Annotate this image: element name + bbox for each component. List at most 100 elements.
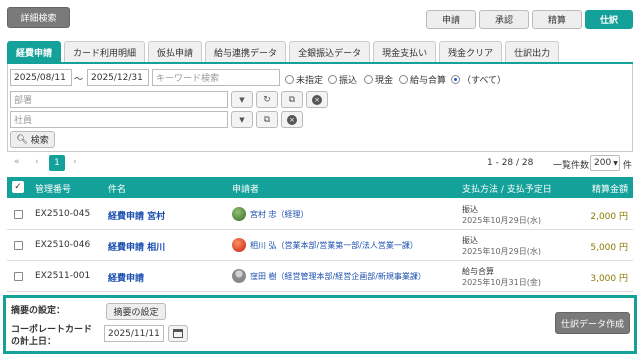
chevron-down-icon: ▼ bbox=[239, 115, 245, 124]
row-amount: 2,000 円 bbox=[590, 212, 628, 222]
department-dropdown-button[interactable]: ▼ bbox=[231, 91, 253, 108]
table-row[interactable]: EX2510-046 経費申請 相川 相川 弘（営業本部/営業第一部/法人営業一… bbox=[7, 230, 633, 261]
first-page-link[interactable]: « bbox=[14, 157, 20, 167]
row-applicant-link[interactable]: 宮村 忠（経理） bbox=[250, 209, 309, 220]
employee-copy-button[interactable]: ⧉ bbox=[256, 111, 278, 128]
top-tab-application[interactable]: 申請 bbox=[426, 10, 476, 29]
row-checkbox[interactable] bbox=[14, 210, 23, 219]
table-row[interactable]: EX2511-001 経費申請 窪田 樹（経営管理本部/経営企画部/新規事業課）… bbox=[7, 261, 633, 292]
search-icon: 🔍︎ bbox=[16, 134, 28, 145]
row-id: EX2511-001 bbox=[35, 271, 91, 281]
radio-transfer[interactable]: 振込 bbox=[328, 73, 357, 86]
header-payment[interactable]: 支払方法 / 支払予定日 bbox=[462, 182, 552, 195]
row-payment-method: 給与合算 bbox=[462, 267, 494, 276]
search-button[interactable]: 🔍︎ 検索 bbox=[10, 131, 55, 148]
department-refresh-button[interactable]: ↻ bbox=[256, 91, 278, 108]
clear-icon: × bbox=[287, 114, 297, 125]
copy-icon: ⧉ bbox=[263, 114, 271, 125]
select-all-checkbox[interactable]: ✓ bbox=[12, 181, 24, 193]
clear-icon: × bbox=[312, 94, 322, 105]
chevron-down-icon: ▼ bbox=[613, 159, 618, 167]
radio-circle bbox=[285, 75, 294, 84]
copy-icon: ⧉ bbox=[288, 94, 296, 105]
row-payment-date: 2025年10月29日(水) bbox=[462, 247, 541, 256]
corp-card-date-input[interactable]: 2025/11/11 bbox=[104, 325, 164, 342]
department-clear-button[interactable]: × bbox=[306, 91, 328, 108]
corp-card-label-line2: の計上日： bbox=[11, 337, 57, 347]
date-from-input[interactable]: 2025/08/11 bbox=[10, 69, 72, 86]
next-page-link[interactable]: › bbox=[73, 157, 77, 167]
radio-unspecified[interactable]: 未指定 bbox=[285, 73, 323, 86]
radio-label: 現金 bbox=[375, 76, 394, 86]
tab-payroll-data[interactable]: 給与連携データ bbox=[205, 41, 287, 62]
tab-journal-output[interactable]: 仕訳出力 bbox=[505, 41, 560, 62]
detail-search-button[interactable]: 詳細検索 bbox=[7, 7, 70, 28]
row-id: EX2510-046 bbox=[35, 240, 91, 250]
corp-card-label-line1: コーポレートカード bbox=[11, 325, 93, 335]
header-applicant[interactable]: 申請者 bbox=[232, 182, 259, 195]
chevron-down-icon: ▼ bbox=[239, 95, 245, 104]
calendar-button[interactable] bbox=[168, 325, 188, 342]
per-page-value: 200 bbox=[594, 158, 612, 168]
radio-label: 未指定 bbox=[296, 76, 324, 86]
header-subject[interactable]: 件名 bbox=[108, 182, 126, 195]
tab-zengin-data[interactable]: 全銀振込データ bbox=[289, 41, 371, 62]
top-tab-settlement[interactable]: 精算 bbox=[532, 10, 582, 29]
row-checkbox[interactable] bbox=[14, 272, 23, 281]
create-journal-button[interactable]: 仕訳データ作成 bbox=[555, 312, 630, 334]
table-row[interactable]: EX2510-045 経費申請 宮村 宮村 忠（経理） 振込 2025年10月2… bbox=[7, 199, 633, 230]
avatar bbox=[232, 207, 246, 221]
employee-clear-button[interactable]: × bbox=[281, 111, 303, 128]
search-label: 検索 bbox=[30, 136, 49, 146]
tab-cash-payment[interactable]: 現金支払い bbox=[373, 41, 437, 62]
date-separator: 〜 bbox=[74, 75, 84, 85]
radio-circle bbox=[328, 75, 337, 84]
per-page-unit: 件 bbox=[623, 161, 633, 171]
keyword-search-input[interactable]: キーワード検索 bbox=[152, 69, 280, 86]
sub-tabs: 経費申請 カード利用明細 仮払申請 給与連携データ 全銀振込データ 現金支払い … bbox=[7, 41, 562, 62]
department-select[interactable]: 部署 bbox=[10, 91, 228, 108]
top-tab-journal[interactable]: 仕訳 bbox=[585, 10, 633, 29]
radio-circle bbox=[364, 75, 373, 84]
result-range: 1 - 28 / 28 bbox=[487, 158, 534, 168]
tab-advance-payment[interactable]: 仮払申請 bbox=[148, 41, 203, 62]
row-amount: 5,000 円 bbox=[590, 243, 628, 253]
row-payment-method: 振込 bbox=[462, 205, 478, 214]
row-id: EX2510-045 bbox=[35, 209, 91, 219]
tab-card-usage[interactable]: カード利用明細 bbox=[64, 41, 146, 62]
radio-label: 給与合算 bbox=[410, 76, 447, 86]
row-payment-date: 2025年10月31日(金) bbox=[462, 278, 541, 287]
calendar-icon bbox=[173, 329, 183, 338]
row-applicant-link[interactable]: 窪田 樹（経営管理本部/経営企画部/新規事業課） bbox=[250, 271, 426, 282]
employee-dropdown-button[interactable]: ▼ bbox=[231, 111, 253, 128]
radio-circle bbox=[399, 75, 408, 84]
table-header: ✓ 管理番号 件名 申請者 支払方法 / 支払予定日 精算金額 bbox=[7, 177, 633, 198]
row-checkbox[interactable] bbox=[14, 241, 23, 250]
avatar bbox=[232, 269, 246, 283]
radio-label: 振込 bbox=[339, 76, 358, 86]
employee-select[interactable]: 社員 bbox=[10, 111, 228, 128]
per-page-select[interactable]: 200 ▼ bbox=[590, 155, 620, 171]
row-payment-date: 2025年10月29日(水) bbox=[462, 216, 541, 225]
row-subject-link[interactable]: 経費申請 bbox=[108, 271, 144, 284]
radio-all[interactable]: （すべて） bbox=[451, 73, 506, 86]
top-tab-approval[interactable]: 承認 bbox=[479, 10, 529, 29]
row-subject-link[interactable]: 経費申請 宮村 bbox=[108, 209, 165, 222]
tab-expense-application[interactable]: 経費申請 bbox=[7, 41, 62, 62]
row-subject-link[interactable]: 経費申請 相川 bbox=[108, 240, 165, 253]
radio-cash[interactable]: 現金 bbox=[364, 73, 393, 86]
journal-settings-panel: 摘要の設定： 摘要の設定 コーポレートカード の計上日： 2025/11/11 … bbox=[3, 295, 637, 354]
department-copy-button[interactable]: ⧉ bbox=[281, 91, 303, 108]
summary-settings-button[interactable]: 摘要の設定 bbox=[106, 303, 166, 320]
corp-card-label: コーポレートカード の計上日： bbox=[11, 324, 92, 348]
prev-page-link[interactable]: ‹ bbox=[35, 157, 39, 167]
header-amount[interactable]: 精算金額 bbox=[592, 182, 628, 195]
row-applicant-link[interactable]: 相川 弘（営業本部/営業第一部/法人営業一課） bbox=[250, 240, 418, 251]
current-page[interactable]: 1 bbox=[49, 155, 65, 171]
header-id[interactable]: 管理番号 bbox=[35, 182, 71, 195]
radio-payroll[interactable]: 給与合算 bbox=[399, 73, 446, 86]
refresh-icon: ↻ bbox=[263, 94, 271, 105]
date-to-input[interactable]: 2025/12/31 bbox=[87, 69, 149, 86]
tab-balance-clear[interactable]: 残金クリア bbox=[439, 41, 503, 62]
radio-label: （すべて） bbox=[462, 76, 507, 86]
